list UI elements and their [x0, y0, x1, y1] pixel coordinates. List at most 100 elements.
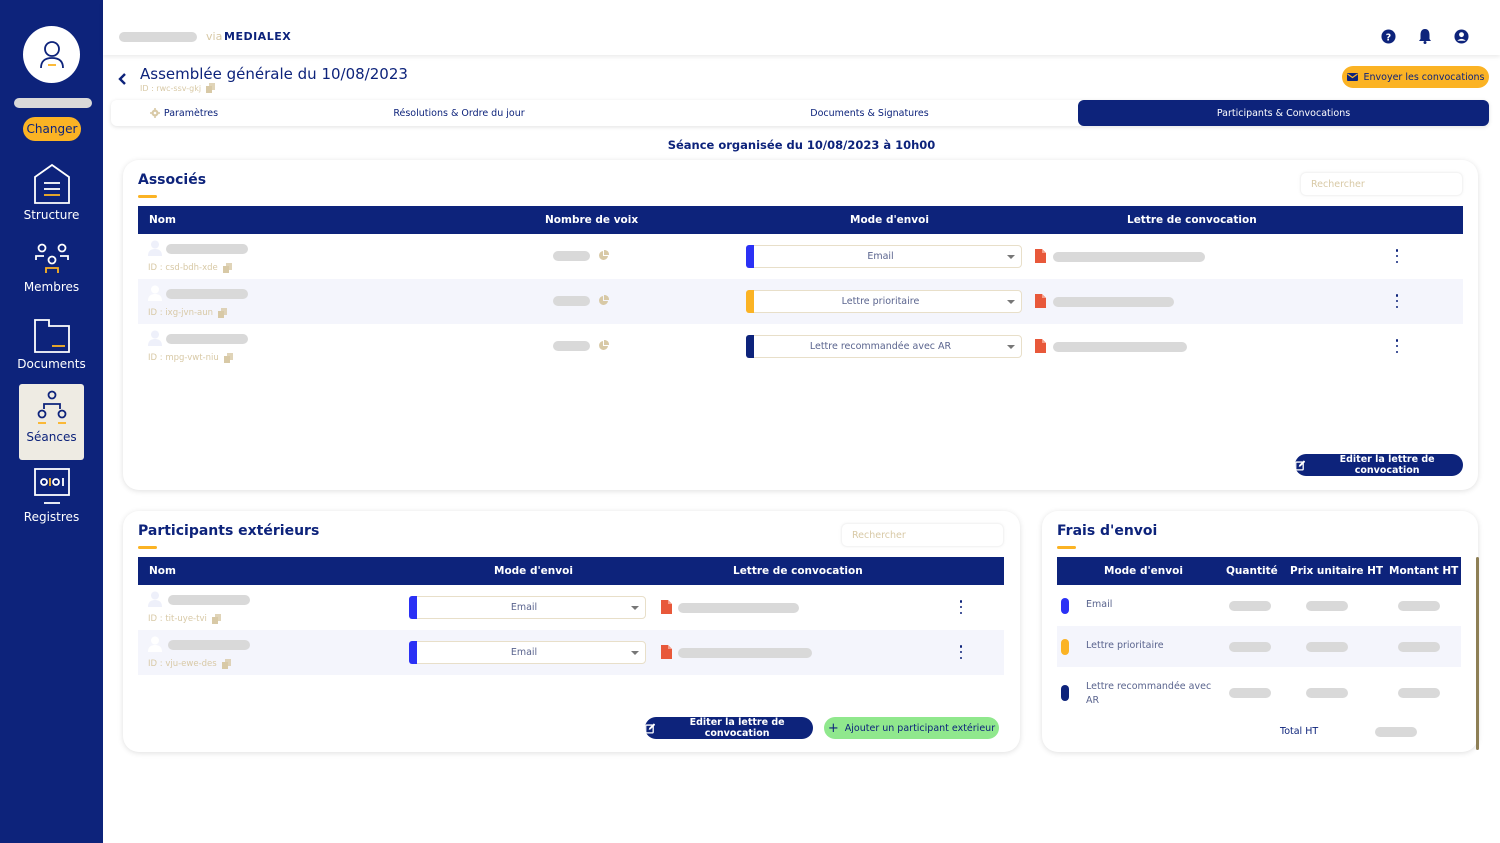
prix-placeholder: [1306, 601, 1348, 611]
column-header-voix: Nombre de voix: [545, 214, 639, 226]
copy-icon[interactable]: [223, 353, 234, 363]
tab-participants-convocations[interactable]: Participants & Convocations: [1078, 100, 1489, 126]
mode-color-bar: [746, 335, 754, 358]
name-placeholder: [166, 289, 248, 299]
associes-card: Associés Nom Nombre de voix Mode d'envoi…: [123, 160, 1478, 490]
exterieurs-table-header: Nom Mode d'envoi Lettre de convocation: [138, 557, 1004, 585]
pdf-icon[interactable]: [1035, 339, 1046, 353]
person-icon: [148, 591, 162, 607]
pie-chart-icon[interactable]: [598, 295, 609, 306]
sidebar-item-seances[interactable]: Séances: [19, 384, 84, 460]
quantite-placeholder: [1229, 601, 1271, 611]
tab-parametres[interactable]: Paramètres: [111, 100, 257, 126]
copy-icon[interactable]: [218, 308, 228, 318]
exterieurs-card: Participants extérieurs Nom Mode d'envoi…: [123, 511, 1020, 752]
seance-label: Séance organisée du 10/08/2023 à 10h00: [667, 138, 936, 152]
exterieurs-title: Participants extérieurs: [138, 523, 320, 539]
send-convocations-button[interactable]: Envoyer les convocations: [1342, 66, 1489, 88]
more-options-icon[interactable]: [958, 645, 964, 659]
total-ht-placeholder: [1375, 727, 1417, 737]
copy-icon[interactable]: [221, 659, 232, 669]
sidebar-item-documents[interactable]: Documents: [17, 315, 86, 391]
exterieur-row: ID : vju-ewe-des Email: [138, 630, 1004, 675]
exterieurs-edit-letter-button[interactable]: Editer la lettre de convocation: [645, 717, 813, 739]
plus-icon: +: [827, 720, 839, 736]
prix-placeholder: [1306, 688, 1348, 698]
row-id: ID : mpg-vwt-niu: [148, 353, 234, 363]
user-icon: [39, 40, 64, 68]
mode-envoi-select[interactable]: Email: [409, 641, 646, 664]
chevron-left-icon: [118, 73, 126, 85]
back-button[interactable]: [118, 71, 127, 90]
building-icon: [33, 163, 70, 204]
copy-icon[interactable]: [222, 263, 233, 273]
mode-color-bar: [409, 641, 417, 664]
help-icon[interactable]: ?: [1380, 28, 1396, 44]
person-icon: [148, 240, 162, 256]
bell-icon[interactable]: [1417, 28, 1433, 44]
sidebar-item-registres[interactable]: Registres: [19, 464, 84, 540]
column-header-lettre: Lettre de convocation: [1127, 214, 1257, 226]
column-header-nom: Nom: [149, 214, 176, 226]
exterieurs-search-input[interactable]: [841, 523, 1004, 547]
seances-icon: [37, 390, 66, 424]
avatar[interactable]: [23, 26, 80, 83]
page-id: ID : rwc-ssv-gkj: [140, 83, 216, 93]
user-name-placeholder: [14, 98, 92, 108]
letter-placeholder: [678, 603, 799, 613]
sidebar: Changer Structure Membres Documents Séan…: [0, 0, 103, 843]
registers-icon: [33, 468, 70, 504]
pdf-icon[interactable]: [661, 600, 672, 614]
associes-search-input[interactable]: [1300, 172, 1463, 196]
tabs: Paramètres Résolutions & Ordre du jour D…: [111, 100, 1489, 126]
more-options-icon[interactable]: [1394, 249, 1400, 263]
mode-envoi-select[interactable]: Email: [746, 245, 1022, 268]
mode-envoi-select[interactable]: Email: [409, 596, 646, 619]
frais-row: Lettre recommandée avec AR: [1057, 667, 1461, 712]
frais-title: Frais d'envoi: [1057, 523, 1158, 539]
caret-down-icon: [1007, 344, 1015, 349]
column-header-mode: Mode d'envoi: [1104, 565, 1183, 577]
caret-down-icon: [1007, 299, 1015, 304]
column-header-montant: Montant HT: [1389, 565, 1459, 577]
frais-table-header: Mode d'envoi Quantité Prix unitaire HT M…: [1057, 557, 1461, 585]
more-options-icon[interactable]: [958, 600, 964, 614]
mode-color-dot: [1061, 685, 1069, 701]
mode-color-bar: [746, 290, 754, 313]
more-options-icon[interactable]: [1394, 294, 1400, 308]
pdf-icon[interactable]: [1035, 249, 1046, 263]
mode-color-dot: [1061, 639, 1069, 655]
pdf-icon[interactable]: [661, 645, 672, 659]
sidebar-item-structure[interactable]: Structure: [19, 160, 84, 236]
svg-text:?: ?: [1385, 32, 1390, 43]
sidebar-item-membres[interactable]: Membres: [19, 240, 84, 316]
associes-edit-letter-button[interactable]: Editer la lettre de convocation: [1295, 454, 1463, 476]
pdf-icon[interactable]: [1035, 294, 1046, 308]
folder-icon: [33, 319, 70, 353]
edit-icon: [645, 722, 656, 734]
tab-resolutions[interactable]: Résolutions & Ordre du jour: [257, 100, 661, 126]
person-icon: [148, 285, 162, 301]
column-header-nom: Nom: [149, 565, 176, 577]
column-header-mode: Mode d'envoi: [850, 214, 929, 226]
mode-envoi-select[interactable]: Lettre prioritaire: [746, 290, 1022, 313]
mode-envoi-select[interactable]: Lettre recommandée avec AR: [746, 335, 1022, 358]
column-header-mode: Mode d'envoi: [494, 565, 573, 577]
pie-chart-icon[interactable]: [598, 340, 609, 351]
sidebar-item-label: Membres: [23, 280, 80, 294]
caret-down-icon: [631, 650, 639, 655]
frais-row: Email: [1057, 585, 1461, 626]
quantite-placeholder: [1229, 642, 1271, 652]
associes-table-header: Nom Nombre de voix Mode d'envoi Lettre d…: [138, 206, 1463, 234]
add-external-participant-button[interactable]: + Ajouter un participant extérieur: [824, 717, 999, 739]
pie-chart-icon[interactable]: [598, 250, 609, 261]
frais-scrollbar[interactable]: [1476, 557, 1479, 750]
copy-icon[interactable]: [211, 614, 222, 624]
title-underline: [138, 546, 157, 549]
send-convocations-label: Envoyer les convocations: [1363, 71, 1485, 83]
user-circle-icon[interactable]: [1453, 28, 1469, 44]
more-options-icon[interactable]: [1394, 339, 1400, 353]
edit-icon: [1295, 459, 1306, 471]
copy-icon[interactable]: [206, 83, 216, 93]
tab-documents-signatures[interactable]: Documents & Signatures: [661, 100, 1078, 126]
